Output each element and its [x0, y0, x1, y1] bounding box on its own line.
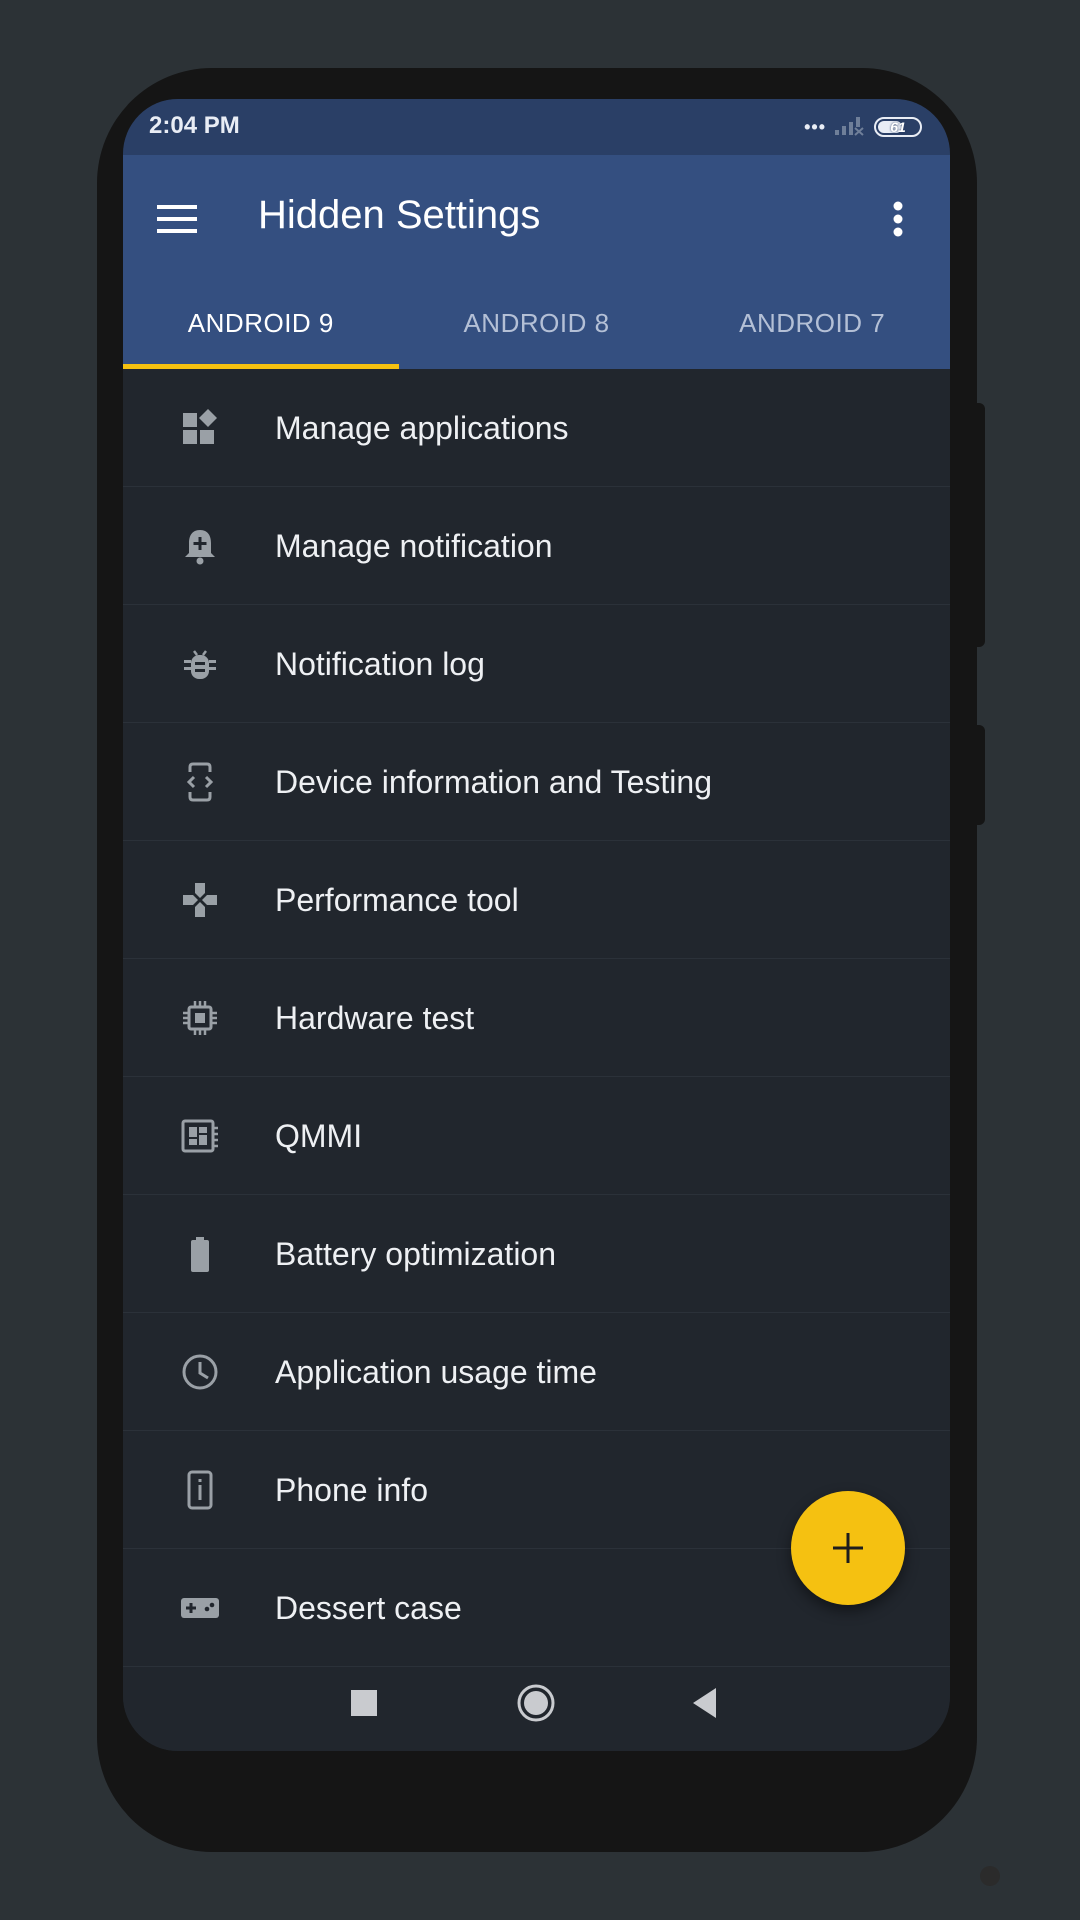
chip-icon [180, 998, 220, 1038]
list-item-performance-tool[interactable]: Performance tool [123, 841, 950, 959]
tab-bar: ANDROID 9 ANDROID 8 ANDROID 7 [123, 277, 950, 369]
tab-android-9[interactable]: ANDROID 9 [123, 277, 399, 369]
phone-info-icon [180, 1470, 220, 1510]
clock-icon [180, 1352, 220, 1392]
power-button [975, 403, 985, 647]
phone-screen: 2:04 PM ••• 61 Hidden Settings ANDROID 9… [123, 99, 950, 1751]
signal-icon [834, 114, 866, 141]
status-icons: ••• 61 [804, 114, 922, 140]
list-item-notification-log[interactable]: Notification log [123, 605, 950, 723]
list-item-label: Dessert case [275, 1590, 462, 1626]
tab-label: ANDROID 8 [463, 307, 610, 338]
battery-icon: 61 [874, 117, 922, 137]
tab-label: ANDROID 7 [739, 307, 886, 338]
phone-sensor-dot [980, 1866, 1000, 1886]
list-item-qmmi[interactable]: QMMI [123, 1077, 950, 1195]
list-item-hardware-test[interactable]: Hardware test [123, 959, 950, 1077]
dashboard-icon [180, 1116, 220, 1156]
list-item-label: Device information and Testing [275, 764, 712, 800]
game-controller-icon [180, 1588, 220, 1628]
battery-icon [180, 1234, 220, 1274]
home-circle-icon[interactable] [514, 1681, 558, 1725]
list-item-manage-notification[interactable]: Manage notification [123, 487, 950, 605]
list-item-label: Battery optimization [275, 1236, 557, 1272]
notification-add-icon [180, 526, 220, 566]
list-item-manage-applications[interactable]: Manage applications [123, 369, 950, 487]
status-bar: 2:04 PM ••• 61 [123, 99, 950, 155]
battery-level: 61 [890, 119, 906, 135]
volume-button [975, 725, 985, 825]
status-time: 2:04 PM [149, 112, 240, 139]
plus-icon [833, 1533, 863, 1563]
bug-icon [180, 644, 220, 684]
list-item-label: Performance tool [275, 882, 519, 918]
list-item-label: Manage applications [275, 410, 569, 446]
app-bar: Hidden Settings ANDROID 9 ANDROID 8 ANDR… [123, 155, 950, 369]
back-triangle-icon[interactable] [683, 1681, 727, 1725]
settings-list: Manage applications Manage notification [123, 369, 950, 1667]
recents-square-icon[interactable] [342, 1681, 386, 1725]
widgets-icon [180, 408, 220, 448]
list-item-label: Manage notification [275, 528, 553, 564]
list-item-device-information[interactable]: Device information and Testing [123, 723, 950, 841]
navigation-bar [123, 1667, 950, 1751]
list-item-application-usage-time[interactable]: Application usage time [123, 1313, 950, 1431]
list-item-label: Hardware test [275, 1000, 475, 1036]
developer-mode-icon [180, 762, 220, 802]
list-item-battery-optimization[interactable]: Battery optimization [123, 1195, 950, 1313]
tab-android-7[interactable]: ANDROID 7 [674, 277, 950, 369]
add-fab-button[interactable] [791, 1491, 905, 1605]
app-title: Hidden Settings [258, 193, 541, 237]
tab-android-8[interactable]: ANDROID 8 [399, 277, 675, 369]
list-item-label: QMMI [275, 1118, 363, 1154]
more-vertical-icon[interactable] [886, 193, 910, 245]
dots-icon: ••• [804, 117, 826, 137]
tab-label: ANDROID 9 [187, 307, 334, 338]
gamepad-icon [180, 880, 220, 920]
list-item-label: Application usage time [275, 1354, 597, 1390]
list-item-label: Phone info [275, 1472, 429, 1508]
hamburger-menu-icon[interactable] [153, 195, 201, 243]
list-item-label: Notification log [275, 646, 485, 682]
